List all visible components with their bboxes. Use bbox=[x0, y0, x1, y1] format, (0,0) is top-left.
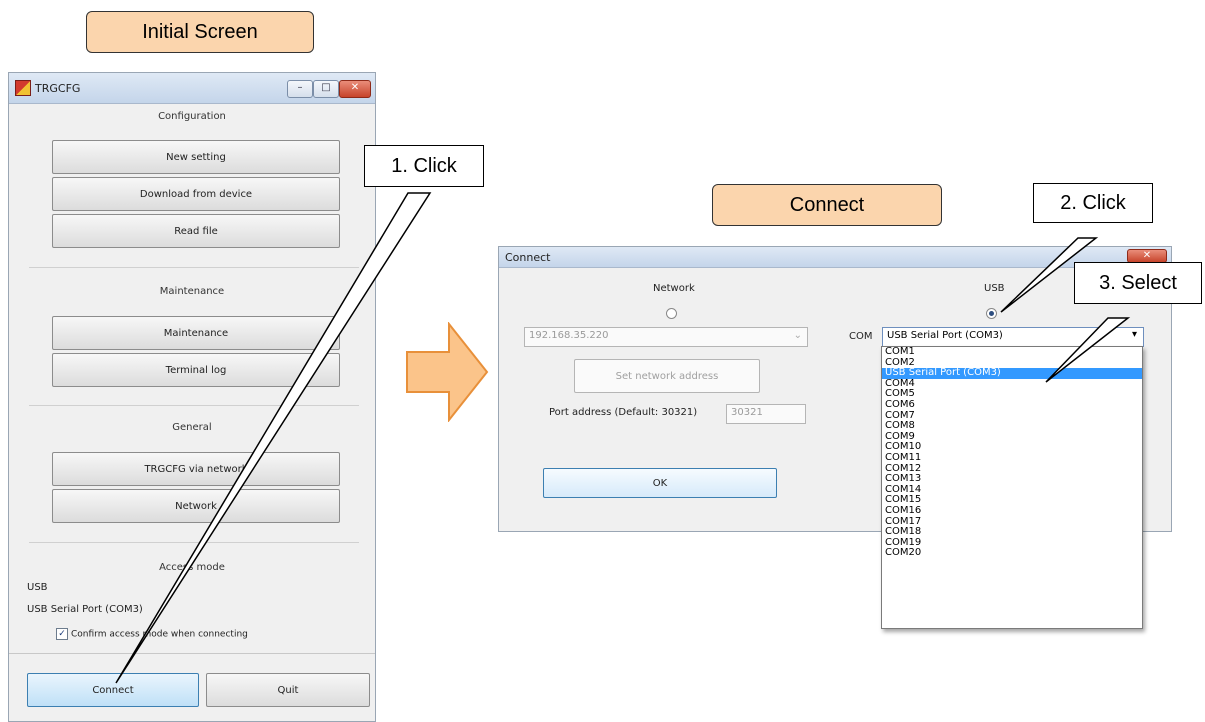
step2-callout: 2. Click bbox=[1033, 183, 1153, 223]
step1-callout: 1. Click bbox=[364, 145, 484, 187]
callout-pointers bbox=[115, 192, 1131, 684]
step3-callout: 3. Select bbox=[1074, 262, 1202, 304]
